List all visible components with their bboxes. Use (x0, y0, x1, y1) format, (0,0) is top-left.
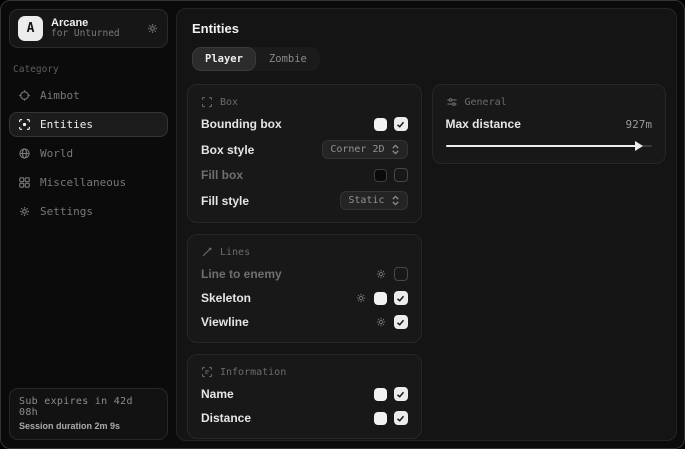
chevron-up-down-icon (391, 195, 400, 206)
slider-thumb[interactable] (635, 141, 643, 151)
setting-row-distance: Distance (201, 410, 408, 426)
distance-checkbox[interactable] (394, 411, 408, 425)
left-column: Box Bounding box Box style (187, 84, 422, 439)
header-gear-icon[interactable] (146, 22, 159, 35)
sidebar-item-settings[interactable]: Settings (9, 199, 168, 224)
max-distance-value: 927m (626, 118, 653, 131)
row-label: Distance (201, 411, 251, 425)
box-section-title: Box (220, 97, 238, 108)
fill-box-checkbox[interactable] (394, 168, 408, 182)
color-swatch[interactable] (374, 412, 387, 425)
general-section-title: General (465, 97, 507, 108)
page-title: Entities (192, 21, 666, 36)
max-distance-slider[interactable] (446, 141, 653, 151)
app-meta: Arcane for Unturned (51, 17, 120, 41)
grid-icon (18, 176, 31, 189)
entity-tabs: Player Zombie (192, 47, 320, 71)
sidebar-nav: Aimbot Entities World (9, 83, 168, 224)
line-to-enemy-checkbox[interactable] (394, 267, 408, 281)
row-label: Line to enemy (201, 267, 282, 281)
setting-row-fill-style: Fill style Static (201, 191, 408, 210)
dropdown-value: Static (348, 195, 384, 206)
color-swatch[interactable] (374, 169, 387, 182)
app-subtitle: for Unturned (51, 29, 120, 40)
sub-expires-text: Sub expires in 42d 08h (19, 396, 158, 418)
row-label: Max distance (446, 117, 521, 131)
sidebar-header: A Arcane for Unturned (9, 9, 168, 48)
settings-columns: Box Bounding box Box style (187, 84, 666, 439)
scan-target-icon (18, 118, 31, 131)
diagonal-line-icon (201, 246, 213, 258)
subscription-info: Sub expires in 42d 08h Session duration … (9, 388, 168, 440)
sidebar-item-aimbot[interactable]: Aimbot (9, 83, 168, 108)
box-icon (201, 96, 213, 108)
row-label: Fill style (201, 194, 249, 208)
row-label: Fill box (201, 168, 243, 182)
category-label: Category (13, 64, 164, 75)
sidebar-item-miscellaneous[interactable]: Miscellaneous (9, 170, 168, 195)
setting-row-max-distance: Max distance 927m (446, 116, 653, 132)
session-duration-text: Session duration 2m 9s (19, 421, 158, 431)
sidebar-item-label: Miscellaneous (40, 176, 126, 189)
main-panel: Entities Player Zombie Box (176, 8, 677, 441)
information-section: Information Name Distance (187, 354, 422, 439)
color-swatch[interactable] (374, 292, 387, 305)
line-settings-gear-icon[interactable] (375, 268, 387, 280)
info-scan-icon (201, 366, 213, 378)
gear-icon (18, 205, 31, 218)
bounding-box-checkbox[interactable] (394, 117, 408, 131)
lines-section-header: Lines (201, 244, 408, 258)
sidebar: A Arcane for Unturned Category A (1, 1, 176, 448)
row-label: Box style (201, 143, 254, 157)
chevron-up-down-icon (391, 144, 400, 155)
sidebar-item-label: Settings (40, 205, 93, 218)
viewline-checkbox[interactable] (394, 315, 408, 329)
app-logo: A (18, 16, 43, 41)
row-label: Viewline (201, 315, 249, 329)
sidebar-item-label: Entities (40, 118, 93, 131)
name-checkbox[interactable] (394, 387, 408, 401)
setting-row-bounding-box: Bounding box (201, 116, 408, 132)
sidebar-item-world[interactable]: World (9, 141, 168, 166)
setting-row-line-to-enemy: Line to enemy (201, 266, 408, 282)
setting-row-viewline: Viewline (201, 314, 408, 330)
sidebar-item-label: World (40, 147, 73, 160)
setting-row-name: Name (201, 386, 408, 402)
max-distance-slider-fill (446, 145, 638, 147)
globe-icon (18, 147, 31, 160)
information-section-header: Information (201, 364, 408, 378)
row-label: Bounding box (201, 117, 282, 131)
lines-section-title: Lines (220, 247, 250, 258)
fill-style-dropdown[interactable]: Static (340, 191, 407, 210)
setting-row-box-style: Box style Corner 2D (201, 140, 408, 159)
row-label: Name (201, 387, 234, 401)
sidebar-item-entities[interactable]: Entities (9, 112, 168, 137)
color-swatch[interactable] (374, 118, 387, 131)
box-section-header: Box (201, 94, 408, 108)
tab-zombie[interactable]: Zombie (256, 47, 320, 71)
app-window: A Arcane for Unturned Category A (0, 0, 685, 449)
sliders-icon (446, 96, 458, 108)
setting-row-skeleton: Skeleton (201, 290, 408, 306)
crosshair-icon (18, 89, 31, 102)
color-swatch[interactable] (374, 388, 387, 401)
general-section-header: General (446, 94, 653, 108)
general-section: General Max distance 927m (432, 84, 667, 164)
dropdown-value: Corner 2D (330, 144, 384, 155)
row-label: Skeleton (201, 291, 251, 305)
skeleton-checkbox[interactable] (394, 291, 408, 305)
tab-player[interactable]: Player (192, 47, 256, 71)
viewline-settings-gear-icon[interactable] (375, 316, 387, 328)
sidebar-item-label: Aimbot (40, 89, 80, 102)
setting-row-fill-box: Fill box (201, 167, 408, 183)
box-section: Box Bounding box Box style (187, 84, 422, 223)
right-column: General Max distance 927m (432, 84, 667, 164)
information-section-title: Information (220, 367, 286, 378)
box-style-dropdown[interactable]: Corner 2D (322, 140, 407, 159)
lines-section: Lines Line to enemy (187, 234, 422, 343)
skeleton-settings-gear-icon[interactable] (355, 292, 367, 304)
